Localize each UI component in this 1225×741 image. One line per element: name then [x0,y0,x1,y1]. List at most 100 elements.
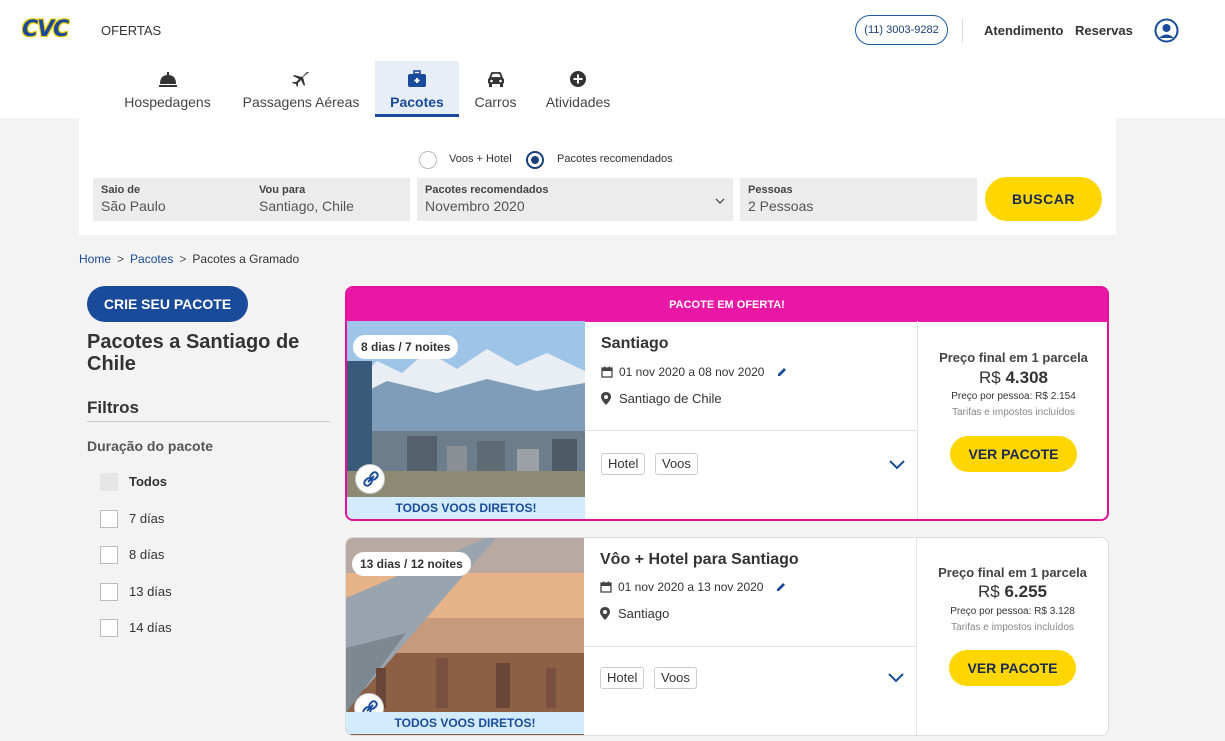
filter-checkbox-todos[interactable] [100,473,118,491]
origin-destination-field: Saio de São Paulo Vou para Santiago, Chi… [93,178,410,221]
tab-atividades[interactable]: Atividades [538,61,618,117]
origin-value[interactable]: São Paulo [101,198,166,214]
people-value: 2 Pessoas [748,198,814,214]
location-pin-icon [601,392,611,405]
airplane-icon [292,72,309,87]
duration-nights: 12 noites [410,557,463,571]
package-card: 13 dias / 12 noites TODOS VOOS DIRETOS! … [345,537,1109,736]
search-panel: Voos + Hotel Pacotes recomendados Saio d… [79,117,1116,235]
page-title: Pacotes a Santiago de Chile [87,331,300,375]
filter-checkbox-7-dias[interactable] [100,510,118,528]
filter-checkbox-13-dias[interactable] [100,583,118,601]
breadcrumb-separator: > [179,252,187,266]
tab-pacotes[interactable]: Pacotes [375,61,459,117]
chevron-down-icon[interactable] [888,673,904,683]
package-dates: 01 nov 2020 a 08 nov 2020 [601,365,788,379]
user-account-icon[interactable] [1154,18,1179,43]
ofertas-link[interactable]: OFERTAS [101,23,161,38]
tab-label: Atividades [545,94,611,110]
tab-label: Carros [474,94,517,110]
package-month-value: Novembro 2020 [425,198,525,214]
chevron-down-icon[interactable] [889,460,905,470]
reservas-link[interactable]: Reservas [1075,23,1133,38]
price-total: R$ 6.255 [917,582,1108,602]
package-month-label: Pacotes recomendados [425,184,549,196]
info-divider [585,430,918,431]
car-icon [487,72,504,87]
tag-voos: Voos [655,453,698,475]
phone-button[interactable]: (11) 3003-9282 [855,15,948,45]
tab-carros[interactable]: Carros [468,61,523,117]
tab-passagens-aereas[interactable]: Passagens Aéreas [236,61,366,117]
info-divider [584,646,917,647]
logo-text: CVC [22,17,69,42]
calendar-icon [601,366,613,378]
package-card: PACOTE EM OFERTA! 8 dias / 7 noites TODO… [345,286,1109,521]
breadcrumb-home[interactable]: Home [79,252,111,266]
plus-circle-icon [570,71,586,87]
price-total: R$ 4.308 [918,368,1107,388]
date-range: 01 nov 2020 a 13 nov 2020 [618,580,764,594]
package-month-select[interactable]: Pacotes recomendados Novembro 2020 [417,178,733,221]
package-info: Santiago 01 nov 2020 a 08 nov 2020 Santi… [585,321,918,519]
suitcase-icon [408,70,426,87]
atendimento-link[interactable]: Atendimento [984,23,1063,38]
radio-voos-hotel-label: Voos + Hotel [449,153,512,165]
filter-checkbox-8-dias[interactable] [100,546,118,564]
filter-label-13-dias: 13 días [129,584,172,599]
radio-pacotes-recomendados[interactable] [526,151,544,169]
tab-label: Passagens Aéreas [242,94,360,110]
share-link-button[interactable] [355,464,385,494]
location-text: Santiago de Chile [619,391,722,406]
taxes-note: Tarifas e impostos incluídos [951,622,1074,633]
breadcrumb-pacotes[interactable]: Pacotes [130,252,173,266]
tab-label: Hospedagens [124,94,211,110]
edit-pencil-icon[interactable] [775,581,787,593]
destination-label: Vou para [259,184,306,196]
ver-pacote-button[interactable]: VER PACOTE [949,650,1076,686]
package-name[interactable]: Santiago [601,335,669,353]
search-button[interactable]: BUSCAR [985,177,1102,221]
price-label: Preço final em 1 parcela [939,350,1088,365]
radio-voos-hotel[interactable] [419,151,437,169]
destination-value[interactable]: Santiago, Chile [259,198,354,214]
price-per-person: Preço por pessoa: R$ 2.154 [951,391,1076,402]
people-field[interactable]: Pessoas 2 Pessoas [740,178,977,221]
price-currency: R$ [978,368,1001,387]
breadcrumb-current: Pacotes a Gramado [192,252,300,266]
create-package-button[interactable]: CRIE SEU PACOTE [87,286,248,322]
price-currency: R$ [977,582,1000,601]
price-label: Preço final em 1 parcela [938,565,1087,580]
duration-filter-heading: Duração do pacote [87,438,214,454]
price-panel: Preço final em 1 parcela R$ 4.308 Preço … [918,321,1107,519]
cvc-logo[interactable]: CVC [22,14,80,46]
package-image: 13 dias / 12 noites TODOS VOOS DIRETOS! [346,538,584,735]
duration-nights: 7 noites [405,340,451,354]
package-image: 8 dias / 7 noites TODOS VOOS DIRETOS! [347,321,585,519]
filter-label-todos: Todos [129,474,168,489]
breadcrumb: Home > Pacotes > Pacotes a Gramado [79,252,299,266]
ver-pacote-button[interactable]: VER PACOTE [950,436,1077,472]
promo-banner: PACOTE EM OFERTA! [347,288,1107,322]
link-icon [363,471,379,487]
filters-heading: Filtros [87,398,139,417]
tag-hotel: Hotel [600,667,645,689]
package-info: Vôo + Hotel para Santiago 01 nov 2020 a … [584,538,917,735]
price-value: 6.255 [1004,582,1047,601]
filter-label-7-dias: 7 días [129,511,165,526]
taxes-note: Tarifas e impostos incluídos [952,407,1075,418]
price-per-person: Preço por pessoa: R$ 3.128 [950,606,1075,617]
duration-badge: 13 dias / 12 noites [352,552,471,576]
price-panel: Preço final em 1 parcela R$ 6.255 Preço … [917,538,1108,735]
direct-flights-banner: TODOS VOOS DIRETOS! [347,497,585,519]
site-header: CVC OFERTAS (11) 3003-9282 Atendimento R… [0,0,1225,118]
edit-pencil-icon[interactable] [776,366,788,378]
people-label: Pessoas [748,184,793,196]
tab-hospedagens[interactable]: Hospedagens [110,61,225,117]
package-name[interactable]: Vôo + Hotel para Santiago [600,551,799,569]
filter-checkbox-14-dias[interactable] [100,619,118,637]
origin-label: Saio de [101,184,141,196]
tag-voos: Voos [654,667,697,689]
package-dates: 01 nov 2020 a 13 nov 2020 [600,580,787,594]
location-pin-icon [600,607,610,620]
